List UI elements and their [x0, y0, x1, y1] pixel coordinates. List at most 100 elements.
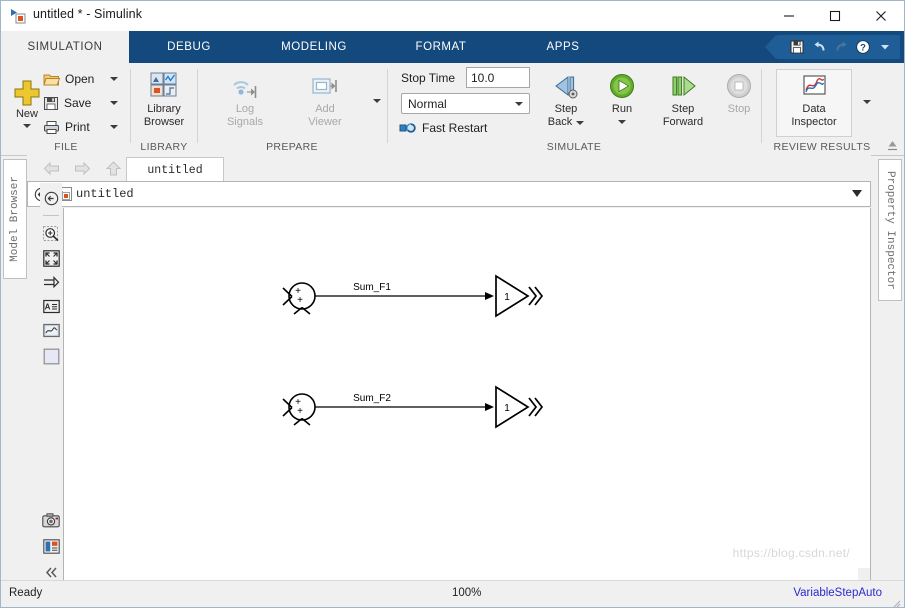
step-back-button[interactable]: Step Back — [540, 69, 592, 139]
diagram-row-1: + + Sum_F1 1 — [282, 274, 544, 318]
simulation-mode-value: Normal — [408, 96, 447, 111]
camera-snapshot-icon[interactable] — [40, 509, 62, 531]
model-tab-untitled[interactable]: untitled — [126, 157, 224, 182]
svg-text:A: A — [44, 302, 50, 311]
gain-block-2: 1 — [495, 385, 544, 429]
model-canvas[interactable]: + + Sum_F1 1 + + Sum_F2 1 https://blog.c… — [63, 208, 871, 581]
redo-icon — [830, 36, 852, 58]
stop-time-input[interactable] — [466, 67, 530, 88]
annotation-icon[interactable]: A — [40, 295, 62, 317]
navigate-back-icon[interactable] — [40, 187, 62, 209]
model-browser-tab[interactable]: Model Browser — [3, 159, 27, 279]
status-solver[interactable]: VariableStepAuto — [793, 587, 882, 599]
ribbon-group-library-label: LIBRARY — [140, 141, 188, 153]
step-forward-line1: Step — [671, 103, 695, 115]
tab-apps[interactable]: APPS — [503, 31, 623, 63]
add-viewer-button[interactable]: Add Viewer — [294, 69, 356, 135]
navigation-bar: untitled — [27, 155, 871, 182]
simulation-mode-select[interactable]: Normal — [401, 93, 530, 114]
tab-modeling[interactable]: MODELING — [249, 31, 379, 63]
close-button[interactable] — [858, 1, 904, 31]
new-button-label: New — [15, 108, 38, 120]
run-button[interactable]: Run — [596, 69, 648, 139]
ribbon-group-review-label: REVIEW RESULTS — [773, 141, 871, 153]
up-arrow-icon[interactable] — [101, 157, 125, 179]
back-arrow-icon[interactable] — [39, 157, 63, 179]
add-viewer-line2: Viewer — [308, 116, 342, 128]
simulation-mode-caret — [515, 101, 523, 106]
sum-block-1: + + — [282, 282, 316, 315]
forward-arrow-icon[interactable] — [70, 157, 94, 179]
breadcrumb-text[interactable]: untitled — [76, 187, 134, 201]
save-button-label: Save — [64, 96, 92, 110]
signal-label-2: Sum_F2 — [353, 393, 391, 404]
help-icon[interactable]: ? — [852, 36, 874, 58]
status-zoom[interactable]: 100% — [452, 587, 481, 599]
resize-grip-icon[interactable] — [891, 595, 901, 608]
canvas-toolbar: A — [40, 183, 62, 581]
sum-block-2: + + — [282, 393, 316, 426]
tab-format[interactable]: FORMAT — [379, 31, 503, 63]
save-icon[interactable] — [786, 36, 808, 58]
ribbon-group-prepare-label: PREPARE — [266, 141, 318, 153]
breadcrumb-caret-icon[interactable] — [852, 190, 862, 197]
chevron-down-icon[interactable] — [874, 36, 896, 58]
step-forward-button[interactable]: Step Forward — [652, 69, 714, 139]
save-dropdown-caret[interactable] — [107, 96, 121, 110]
data-inspector-button[interactable]: Data Inspector — [776, 69, 852, 137]
toolbar-divider — [43, 215, 59, 216]
fit-to-view-icon[interactable] — [40, 247, 62, 269]
step-back-caret[interactable] — [576, 120, 585, 125]
stop-button: Stop — [718, 69, 760, 139]
data-inspector-dropdown-caret[interactable] — [860, 93, 874, 111]
zoom-in-icon[interactable] — [40, 223, 62, 245]
ribbon-group-file: New Open Save Print FILE — [1, 63, 131, 155]
run-dropdown-caret[interactable] — [618, 120, 626, 124]
step-back-line2: Back — [547, 116, 573, 128]
data-inspector-line1: Data — [802, 103, 826, 115]
stop-time-label: Stop Time — [401, 71, 456, 85]
scroll-corner — [858, 568, 870, 580]
undo-icon[interactable] — [808, 36, 830, 58]
svg-text:+: + — [297, 295, 303, 306]
svg-text:?: ? — [860, 43, 866, 54]
scope-viewer-icon[interactable] — [40, 319, 62, 341]
ribbon-group-library: Library Browser LIBRARY — [131, 63, 197, 155]
quick-access-toolbar: ? — [765, 35, 900, 59]
add-viewer-line1: Add — [315, 103, 335, 115]
ribbon-group-review: Data Inspector REVIEW RESULTS — [762, 63, 904, 155]
collapse-ribbon-icon[interactable] — [884, 137, 900, 153]
title-bar: untitled * - Simulink — [1, 1, 904, 32]
diagram-row-2: + + Sum_F2 1 — [282, 385, 544, 429]
library-browser-button[interactable]: Library Browser — [135, 67, 193, 139]
fast-restart-button[interactable]: Fast Restart — [399, 118, 531, 138]
property-inspector-tab[interactable]: Property Inspector — [878, 159, 902, 301]
run-button-label: Run — [611, 103, 633, 115]
property-inspector-label: Property Inspector — [884, 170, 896, 290]
ribbon-tab-strip: SIMULATION DEBUG MODELING FORMAT APPS ? — [1, 31, 904, 63]
fast-restart-label: Fast Restart — [422, 121, 488, 135]
prepare-more-caret[interactable] — [370, 93, 384, 109]
gain-value-1: 1 — [504, 292, 510, 303]
open-button-label: Open — [65, 72, 95, 86]
signal-ports-icon[interactable] — [40, 271, 62, 293]
tab-debug[interactable]: DEBUG — [129, 31, 249, 63]
signal-arrow-2 — [485, 403, 494, 411]
ribbon-group-prepare: Log Signals Add Viewer PREPARE — [198, 63, 386, 155]
ribbon: New Open Save Print FILE Library Browser… — [1, 63, 904, 156]
new-dropdown-caret[interactable] — [23, 124, 31, 128]
minimize-button[interactable] — [766, 1, 812, 31]
maximize-button[interactable] — [812, 1, 858, 31]
tab-simulation[interactable]: SIMULATION — [1, 31, 129, 63]
open-dropdown-caret[interactable] — [107, 72, 121, 86]
log-signals-button[interactable]: Log Signals — [214, 69, 276, 135]
breadcrumb: untitled — [27, 181, 871, 207]
ribbon-group-simulate-label: SIMULATE — [546, 141, 602, 153]
signal-arrow-1 — [485, 292, 494, 300]
signal-label-1: Sum_F1 — [353, 282, 391, 293]
window-controls — [766, 1, 904, 31]
print-dropdown-caret[interactable] — [107, 120, 121, 134]
report-icon[interactable] — [40, 535, 62, 557]
area-box-icon[interactable] — [40, 345, 62, 367]
status-ready: Ready — [9, 587, 43, 599]
